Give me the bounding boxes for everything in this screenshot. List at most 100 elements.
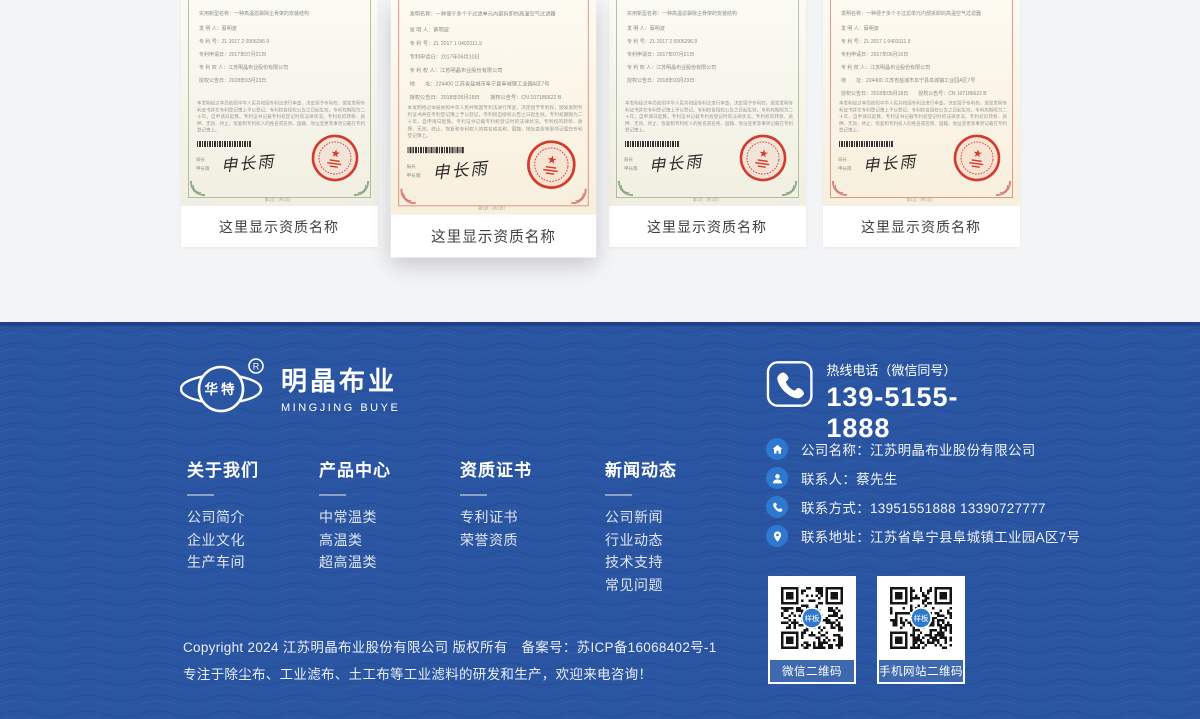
nav-link[interactable]: 公司新闻 <box>605 506 677 529</box>
nav-link[interactable]: 公司简介 <box>187 506 319 529</box>
nav-links: 专利证书荣誉资质 <box>460 506 605 551</box>
nav-link[interactable]: 技术支持 <box>605 551 677 574</box>
brand-names: 明晶布业 MINGJING BUYE <box>281 361 400 414</box>
nav-link[interactable]: 生产车间 <box>187 551 319 574</box>
contact-info-block: 公司名称：江苏明晶布业股份有限公司 联系人：蔡先生 联系方式：139515518… <box>766 438 1080 554</box>
nav-link[interactable]: 超高温类 <box>319 551 460 574</box>
footer-logo[interactable]: 华特 R 明晶布业 MINGJING BUYE <box>180 356 400 418</box>
qr-code-label: 微信二维码 <box>770 658 854 682</box>
user-icon-badge <box>766 467 788 489</box>
certificate-caption: 这里显示资质名称 <box>181 205 378 247</box>
nav-column-title[interactable]: 新闻动态 <box>605 456 677 481</box>
director-labels: 局长申长雨 <box>406 159 434 178</box>
contact-text: 公司名称：江苏明晶布业股份有限公司 <box>801 439 1036 459</box>
certificate-card-1[interactable]: 实用新型名称：一种高温滤袋除尘骨架的安装结构发 明 人：蔡明波专 利 号：ZL … <box>181 0 378 247</box>
contact-row: 联系方式：13951551888 13390727777 <box>766 496 1080 518</box>
nav-link[interactable]: 行业动态 <box>605 529 677 552</box>
official-seal-icon: ★ <box>525 139 577 191</box>
nav-title-underline <box>605 494 632 496</box>
certificate-text-lines: 发明名称：一种便于多个子过滤单元内部拆卸的高温空气过滤器发 明 人：蔡明波专 利… <box>409 8 583 105</box>
user-icon <box>771 472 784 485</box>
certificate-card-3[interactable]: 实用新型名称：一种高温滤袋除尘骨架的安装结构发 明 人：蔡明波专 利 号：ZL … <box>609 0 806 247</box>
svg-text:R: R <box>253 362 260 372</box>
nav-links: 公司新闻行业动态技术支持常见问题 <box>605 506 677 596</box>
contact-row: 联系人：蔡先生 <box>766 467 1080 489</box>
footer-nav: 关于我们 公司简介企业文化生产车间 产品中心 中常温类高温类超高温类 资质证书 … <box>187 456 677 596</box>
official-seal-icon: ★ <box>738 133 788 183</box>
official-seal-icon: ★ <box>310 133 360 183</box>
svg-text:★: ★ <box>329 147 341 160</box>
certificate-text-lines: 实用新型名称：一种高温滤袋除尘骨架的安装结构发 明 人：蔡明波专 利 号：ZL … <box>199 8 366 88</box>
nav-link[interactable]: 高温类 <box>319 529 460 552</box>
contact-text: 联系地址：江苏省阜宁县阜城镇工业园A区7号 <box>801 526 1080 546</box>
nav-link[interactable]: 专利证书 <box>460 506 605 529</box>
contact-text: 联系方式：13951551888 13390727777 <box>801 497 1046 517</box>
location-pin-icon <box>771 530 784 543</box>
nav-title-underline <box>187 494 214 496</box>
nav-links: 中常温类高温类超高温类 <box>319 506 460 574</box>
qr-code-card: 样板 手机网站二维码 <box>877 576 965 684</box>
svg-text:★: ★ <box>545 154 557 167</box>
certificate-caption: 这里显示资质名称 <box>390 214 595 258</box>
qr-code-image: 样板 <box>879 578 963 658</box>
contact-row: 联系地址：江苏省阜宁县阜城镇工业园A区7号 <box>766 525 1080 547</box>
contact-text: 联系人：蔡先生 <box>801 468 898 488</box>
page-note: 第1页（共1页） <box>609 190 806 200</box>
director-signature: 申长雨 <box>220 148 276 177</box>
nav-link[interactable]: 常见问题 <box>605 574 677 597</box>
footer-nav-column: 资质证书 专利证书荣誉资质 <box>460 456 605 596</box>
hotline-number: 139-5155-1888 <box>826 382 1020 444</box>
nav-column-title[interactable]: 关于我们 <box>187 456 319 481</box>
director-labels: 局长申长雨 <box>838 153 865 171</box>
nav-link[interactable]: 荣誉资质 <box>460 529 605 552</box>
nav-link[interactable]: 中常温类 <box>319 506 460 529</box>
home-icon <box>771 443 784 456</box>
qr-code-block: 样板 微信二维码 样板 手机网站二维码 <box>768 576 965 684</box>
phone-outline-icon <box>766 360 813 408</box>
footer: 华特 R 明晶布业 MINGJING BUYE 热线电话（微信同号） 139-5… <box>0 322 1200 719</box>
phone-icon-badge <box>766 496 788 518</box>
certificate-card-4[interactable]: 发明名称：一种便于多个子过滤单元内部拆卸的高温空气过滤器发 明 人：蔡明波专 利… <box>823 0 1020 247</box>
svg-text:★: ★ <box>757 147 769 160</box>
hotline-texts: 热线电话（微信同号） 139-5155-1888 <box>826 360 1020 444</box>
copyright: Copyright 2024 江苏明晶布业股份有限公司 版权所有 备案号：苏IC… <box>183 634 717 688</box>
svg-text:样板: 样板 <box>805 613 820 623</box>
nav-title-underline <box>460 494 487 496</box>
brand-globe-icon: 华特 R <box>180 356 268 418</box>
brand-name-cn: 明晶布业 <box>281 361 400 398</box>
footer-nav-column: 关于我们 公司简介企业文化生产车间 <box>187 456 319 596</box>
page-note: 第1页（共1页） <box>390 198 595 208</box>
footer-nav-column: 产品中心 中常温类高温类超高温类 <box>319 456 460 596</box>
qr-code-image: 样板 <box>770 578 854 658</box>
footer-nav-column: 新闻动态 公司新闻行业动态技术支持常见问题 <box>605 456 677 596</box>
page-note: 第1页（共1页） <box>823 190 1020 200</box>
hotline-label: 热线电话（微信同号） <box>826 360 1020 379</box>
nav-column-title[interactable]: 产品中心 <box>319 456 460 481</box>
svg-text:样板: 样板 <box>914 613 929 623</box>
barcode <box>407 147 463 153</box>
barcode <box>197 141 251 147</box>
home-icon-badge <box>766 438 788 460</box>
page-note: 第1页（共1页） <box>181 190 378 200</box>
director-signature: 申长雨 <box>648 148 704 177</box>
svg-text:★: ★ <box>971 147 983 160</box>
copyright-line2: 专注于除尘布、工业滤布、土工布等工业滤料的研发和生产，欢迎来电咨询！ <box>183 661 717 688</box>
qr-pattern: 样板 <box>776 582 848 654</box>
phone-icon <box>771 501 784 514</box>
qr-code-label: 手机网站二维码 <box>879 658 963 682</box>
certificate-text-lines: 发明名称：一种便于多个子过滤单元内部拆卸的高温空气过滤器发 明 人：蔡明波专 利… <box>841 8 1008 101</box>
certificate-image: 发明名称：一种便于多个子过滤单元内部拆卸的高温空气过滤器发 明 人：蔡明波专 利… <box>390 0 595 214</box>
director-signature: 申长雨 <box>862 148 918 177</box>
qr-pattern: 样板 <box>885 582 957 654</box>
hotline-block: 热线电话（微信同号） 139-5155-1888 <box>766 360 1020 444</box>
barcode <box>839 141 893 147</box>
nav-link[interactable]: 企业文化 <box>187 529 319 552</box>
certificate-image: 发明名称：一种便于多个子过滤单元内部拆卸的高温空气过滤器发 明 人：蔡明波专 利… <box>823 0 1020 205</box>
certificate-image: 实用新型名称：一种高温滤袋除尘骨架的安装结构发 明 人：蔡明波专 利 号：ZL … <box>181 0 378 205</box>
certificate-image: 实用新型名称：一种高温滤袋除尘骨架的安装结构发 明 人：蔡明波专 利 号：ZL … <box>609 0 806 205</box>
contact-row: 公司名称：江苏明晶布业股份有限公司 <box>766 438 1080 460</box>
nav-title-underline <box>319 494 346 496</box>
nav-column-title[interactable]: 资质证书 <box>460 456 605 481</box>
barcode <box>625 141 679 147</box>
certificate-card-2[interactable]: 发明名称：一种便于多个子过滤单元内部拆卸的高温空气过滤器发 明 人：蔡明波专 利… <box>390 0 595 257</box>
